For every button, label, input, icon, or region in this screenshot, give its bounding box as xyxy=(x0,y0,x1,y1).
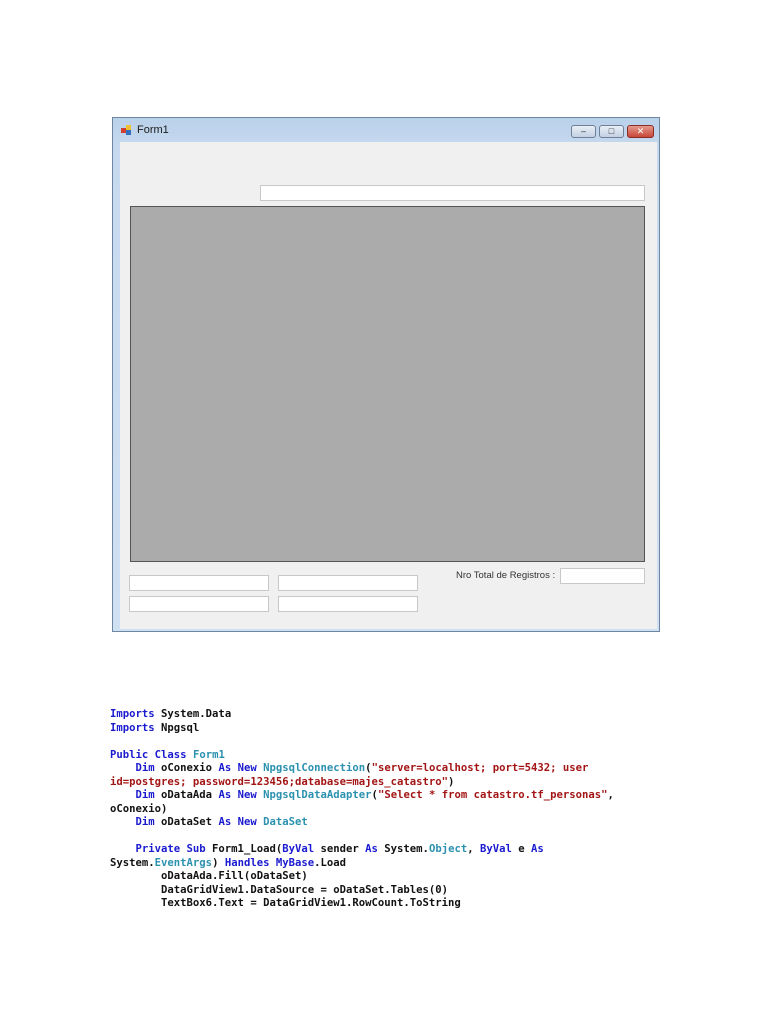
code-token: Handles xyxy=(224,856,270,869)
code-line: Imports Npgsql xyxy=(110,722,614,736)
code-token: As New xyxy=(218,789,257,801)
code-token: DataGridView1.DataSource = oDataSet.Tabl… xyxy=(110,883,449,896)
code-token: Dim xyxy=(110,816,155,828)
code-token: NpgsqlDataAdapter xyxy=(263,789,372,801)
code-token: TextBox6.Text = DataGridView1.RowCount.T… xyxy=(110,897,461,909)
code-token: ) xyxy=(448,775,455,788)
form-client-area: Nro Total de Registros : xyxy=(120,142,657,629)
close-button[interactable]: ✕ xyxy=(627,125,654,138)
code-line: oDataAda.Fill(oDataSet) xyxy=(110,870,614,884)
code-line: TextBox6.Text = DataGridView1.RowCount.T… xyxy=(110,897,614,911)
form1-window: Form1 – □ ✕ Nro Total de Registros : xyxy=(112,117,660,632)
code-token: Dim xyxy=(110,789,155,801)
code-line: DataGridView1.DataSource = oDataSet.Tabl… xyxy=(110,884,614,898)
code-line: Dim oConexio As New NpgsqlConnection("se… xyxy=(110,762,614,776)
code-line: Imports System.Data xyxy=(110,708,614,722)
code-line: Private Sub Form1_Load(ByVal sender As S… xyxy=(110,843,614,857)
code-token: EventArgs xyxy=(154,856,213,869)
textbox-4[interactable] xyxy=(278,596,418,612)
code-token: Public Class xyxy=(110,748,187,761)
app-icon xyxy=(121,125,132,135)
code-line: System.EventArgs) Handles MyBase.Load xyxy=(110,857,614,871)
maximize-button[interactable]: □ xyxy=(599,125,624,138)
code-token: e xyxy=(511,843,532,855)
code-token: ByVal xyxy=(479,843,512,855)
code-token: System. xyxy=(377,843,429,855)
code-token: oDataAda xyxy=(154,789,219,801)
code-token: ) xyxy=(212,856,225,869)
code-token: Imports xyxy=(110,708,155,720)
textbox-2[interactable] xyxy=(278,575,418,591)
code-token: oDataSet xyxy=(154,816,219,828)
total-records-label: Nro Total de Registros : xyxy=(456,570,556,581)
code-token: System. xyxy=(110,856,155,869)
code-token: , xyxy=(607,789,614,801)
code-token: NpgsqlConnection xyxy=(263,762,366,774)
code-line: Public Class Form1 xyxy=(110,749,614,763)
code-token: .Load xyxy=(314,856,347,869)
title-bar: Form1 xyxy=(121,124,169,136)
code-token: As xyxy=(531,843,544,855)
code-token: Form1 xyxy=(192,748,225,761)
code-token: "Select * from catastro.tf_personas" xyxy=(377,789,608,801)
data-grid-view[interactable] xyxy=(130,206,645,562)
minimize-button[interactable]: – xyxy=(571,125,596,138)
code-token: "server=localhost; port=5432; user xyxy=(371,762,589,774)
code-line: oConexio) xyxy=(110,803,614,817)
code-listing: Imports System.Data Imports Npgsql Public… xyxy=(110,708,614,911)
code-token: ByVal xyxy=(282,843,315,855)
code-token: oConexio xyxy=(154,762,219,774)
code-token: System.Data xyxy=(154,708,232,720)
code-token: Object xyxy=(428,843,468,855)
code-token: Imports xyxy=(110,721,155,734)
code-token: DataSet xyxy=(263,816,308,828)
code-token: As New xyxy=(218,816,257,828)
code-token: , xyxy=(467,843,480,855)
code-token: sender xyxy=(314,843,366,855)
code-token: oDataAda.Fill(oDataSet) xyxy=(110,870,308,882)
code-token: As New xyxy=(218,762,257,774)
code-token: oConexio) xyxy=(110,802,168,815)
code-line: id=postgres; password=123456;database=ma… xyxy=(110,776,614,790)
code-line: Dim oDataAda As New NpgsqlDataAdapter("S… xyxy=(110,789,614,803)
code-token: Dim xyxy=(110,762,155,774)
search-textbox[interactable] xyxy=(260,185,645,201)
window-title: Form1 xyxy=(137,124,169,136)
textbox-3[interactable] xyxy=(129,596,269,612)
textbox-1[interactable] xyxy=(129,575,269,591)
code-token: Npgsql xyxy=(154,721,200,734)
code-token: id=postgres; password=123456;database=ma… xyxy=(110,775,449,788)
code-line: Dim oDataSet As New DataSet xyxy=(110,816,614,830)
code-token: Form1_Load( xyxy=(205,843,283,855)
code-token: As xyxy=(365,843,378,855)
code-token: MyBase xyxy=(275,856,315,869)
code-token: Private Sub xyxy=(110,843,206,855)
total-records-textbox[interactable] xyxy=(560,568,645,584)
